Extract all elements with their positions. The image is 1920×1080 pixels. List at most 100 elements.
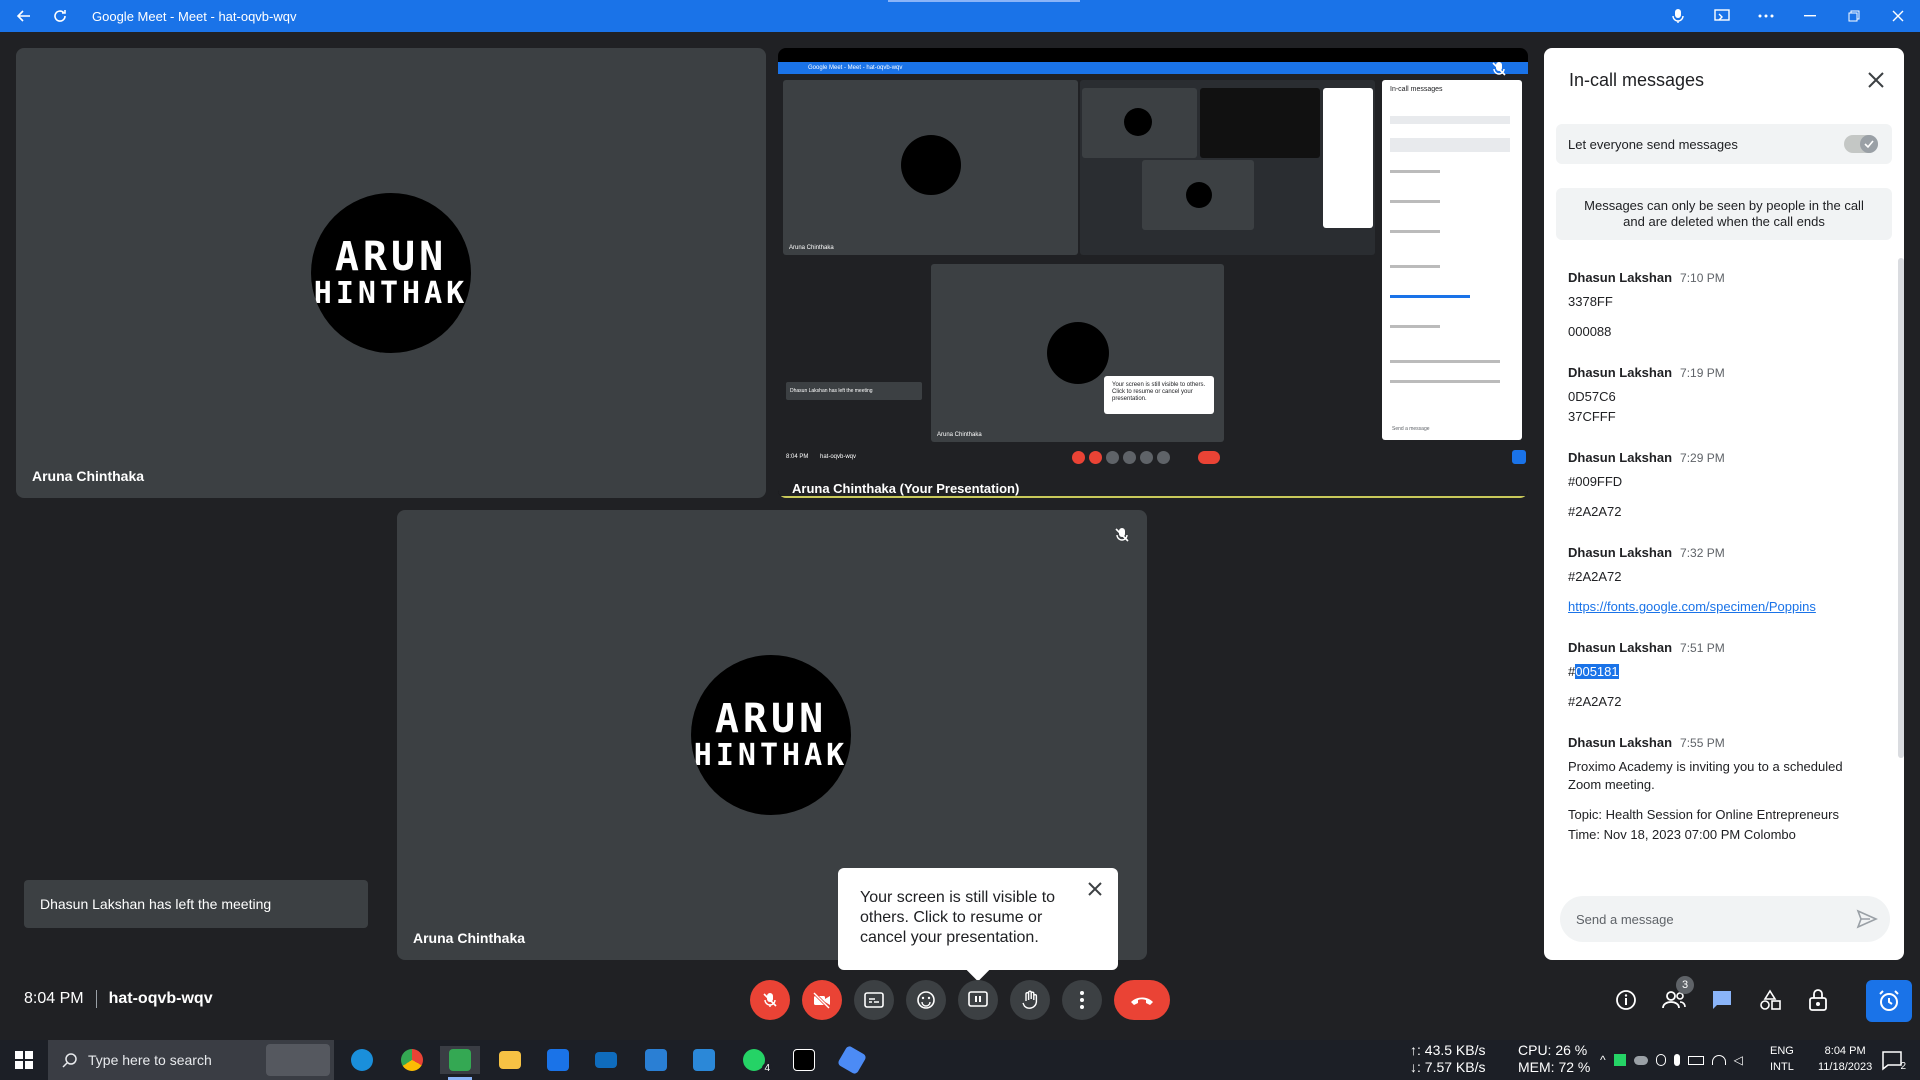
presentation-caption: Aruna Chinthaka (Your Presentation) (792, 480, 1020, 496)
chat-panel: In-call messages Let everyone send messa… (1544, 48, 1904, 960)
tray-app-icon[interactable] (1613, 1054, 1626, 1066)
shared-code: hat-oqvb-wqv (820, 454, 857, 460)
message-placeholder: Send a message (1576, 911, 1674, 927)
close-icon[interactable] (1864, 68, 1888, 92)
clock-button[interactable] (1866, 980, 1912, 1022)
shared-toast-text: Dhasun Lakshan has left the meeting (790, 388, 873, 394)
panel-scrollbar[interactable] (1898, 258, 1904, 758)
chat-button[interactable] (1706, 984, 1738, 1016)
raise-hand-button[interactable] (1010, 980, 1050, 1020)
send-icon[interactable] (1856, 908, 1878, 930)
avatar: ARUN HINTHAK (311, 193, 471, 353)
allow-messages-row: Let everyone send messages (1556, 124, 1892, 164)
more-options-button[interactable] (1062, 980, 1102, 1020)
popup-text: Your screen is still visible to others. … (860, 889, 1056, 946)
close-icon[interactable] (1084, 878, 1106, 900)
chevron-up-icon[interactable]: ^ (1600, 1053, 1606, 1067)
message-time: 7:32 PM (1680, 546, 1725, 560)
message-time: 7:51 PM (1680, 641, 1725, 655)
battery-icon[interactable] (1687, 1055, 1704, 1065)
info-button[interactable] (1610, 984, 1642, 1016)
shared-chat-panel: In-call messages Send a message (1382, 80, 1522, 440)
popup-tail (966, 958, 990, 982)
participant-name: Aruna Chinthaka (413, 930, 526, 946)
wifi-icon[interactable] (1711, 1055, 1726, 1065)
leave-call-button[interactable] (1114, 980, 1170, 1020)
maximize-icon[interactable] (1832, 0, 1876, 32)
edge-icon[interactable] (342, 1046, 382, 1074)
shared-popup: Your screen is still visible to others. … (1104, 376, 1214, 414)
message-input[interactable]: Send a message (1560, 896, 1890, 942)
presentation-paused-popup[interactable]: Your screen is still visible to others. … (838, 868, 1118, 982)
minimize-icon[interactable] (1788, 0, 1832, 32)
7zip-icon[interactable] (784, 1046, 824, 1074)
taskbar-search[interactable]: Type here to search (48, 1040, 334, 1080)
title-bar: Google Meet - Meet - hat-oqvb-wqv (0, 0, 1920, 32)
camera-off-button[interactable] (802, 980, 842, 1020)
message: Dhasun Lakshan 7:51 PM #005181 #2A2A72 (1568, 640, 1878, 711)
webcam-icon[interactable] (1655, 1054, 1666, 1066)
cast-icon[interactable] (1700, 0, 1744, 32)
clock[interactable]: 8:04 PM 11/18/2023 (1818, 1043, 1872, 1075)
message-text: Time: Nov 18, 2023 07:00 PM Colombo (1568, 827, 1796, 842)
shared-time: 8:04 PM (786, 454, 809, 460)
back-arrow-icon[interactable] (6, 0, 42, 32)
shared-nested-tile (1082, 88, 1197, 158)
cloud-icon[interactable] (1633, 1055, 1648, 1065)
message-link[interactable]: https://fonts.google.com/specimen/Poppin… (1568, 599, 1816, 614)
present-button[interactable] (958, 980, 998, 1020)
microphone-icon[interactable] (1656, 0, 1700, 32)
more-icon[interactable] (1744, 0, 1788, 32)
people-button[interactable]: 3 (1658, 976, 1694, 1016)
file-explorer-icon[interactable] (490, 1046, 530, 1074)
participant-tile[interactable]: ARUN HINTHAK Aruna Chinthaka (16, 48, 766, 498)
activities-button[interactable] (1754, 984, 1786, 1016)
shared-tile: Aruna Chinthaka (783, 80, 1078, 255)
shared-nested-chat (1323, 88, 1373, 228)
captions-button[interactable] (854, 980, 894, 1020)
mail-icon[interactable] (586, 1046, 626, 1074)
toast-text: Dhasun Lakshan has left the meeting (40, 896, 272, 912)
clock-date: 11/18/2023 (1818, 1061, 1873, 1073)
message-header: Dhasun Lakshan 7:10 PM (1568, 270, 1878, 285)
volume-icon[interactable]: ◁ (1734, 1053, 1743, 1067)
mic-off-button[interactable] (750, 980, 790, 1020)
system-stats: CPU: 26 % MEM: 72 % (1518, 1042, 1590, 1076)
avatar: ARUN HINTHAK (691, 655, 851, 815)
shared-tile-name: Aruna Chinthaka (789, 245, 834, 251)
chrome-icon[interactable] (392, 1046, 432, 1074)
shared-title-bar: Google Meet - Meet - hat-oqvb-wqv (778, 62, 1528, 74)
store-icon[interactable] (538, 1046, 578, 1074)
whatsapp-icon[interactable]: 4 (734, 1046, 774, 1074)
shared-present-button (1140, 451, 1153, 464)
message-text: Topic: Health Session for Online Entrepr… (1568, 807, 1839, 822)
allow-messages-toggle[interactable] (1844, 135, 1878, 153)
photos-icon[interactable] (684, 1046, 724, 1074)
close-icon[interactable] (1876, 0, 1920, 32)
lang-code: ENG (1770, 1045, 1794, 1057)
whatsapp-badge: 4 (762, 1063, 772, 1074)
app-hex-icon[interactable] (832, 1044, 872, 1076)
divider (95, 990, 97, 1008)
system-tray: ^ ◁ (1600, 1040, 1743, 1080)
message: Dhasun Lakshan 7:55 PM Proximo Academy is… (1568, 735, 1878, 844)
emoji-button[interactable] (906, 980, 946, 1020)
refresh-icon[interactable] (42, 0, 78, 32)
vscode-icon[interactable] (636, 1046, 676, 1074)
shared-chat-title: In-call messages (1390, 86, 1443, 93)
privacy-note: Messages can only be seen by people in t… (1556, 188, 1892, 240)
host-controls-button[interactable] (1802, 984, 1834, 1016)
windows-start-icon[interactable] (0, 1040, 48, 1080)
shared-cc-button (1106, 451, 1119, 464)
shared-nested-avatar (1124, 108, 1152, 136)
message-text: #009FFD (1568, 474, 1623, 489)
mem-usage: MEM: 72 % (1518, 1059, 1591, 1075)
notifications-icon[interactable]: 2 (1880, 1048, 1906, 1072)
sender-name: Dhasun Lakshan (1568, 270, 1673, 285)
meet-app-icon[interactable] (440, 1046, 480, 1080)
presentation-tile[interactable]: Google Meet - Meet - hat-oqvb-wqv Aruna … (778, 48, 1528, 498)
participants-count-badge: 3 (1676, 976, 1694, 994)
mic-tray-icon[interactable] (1673, 1054, 1680, 1066)
language-indicator[interactable]: ENG INTL (1770, 1043, 1794, 1075)
shared-popup-text: Your screen is still visible to others. … (1112, 382, 1206, 402)
